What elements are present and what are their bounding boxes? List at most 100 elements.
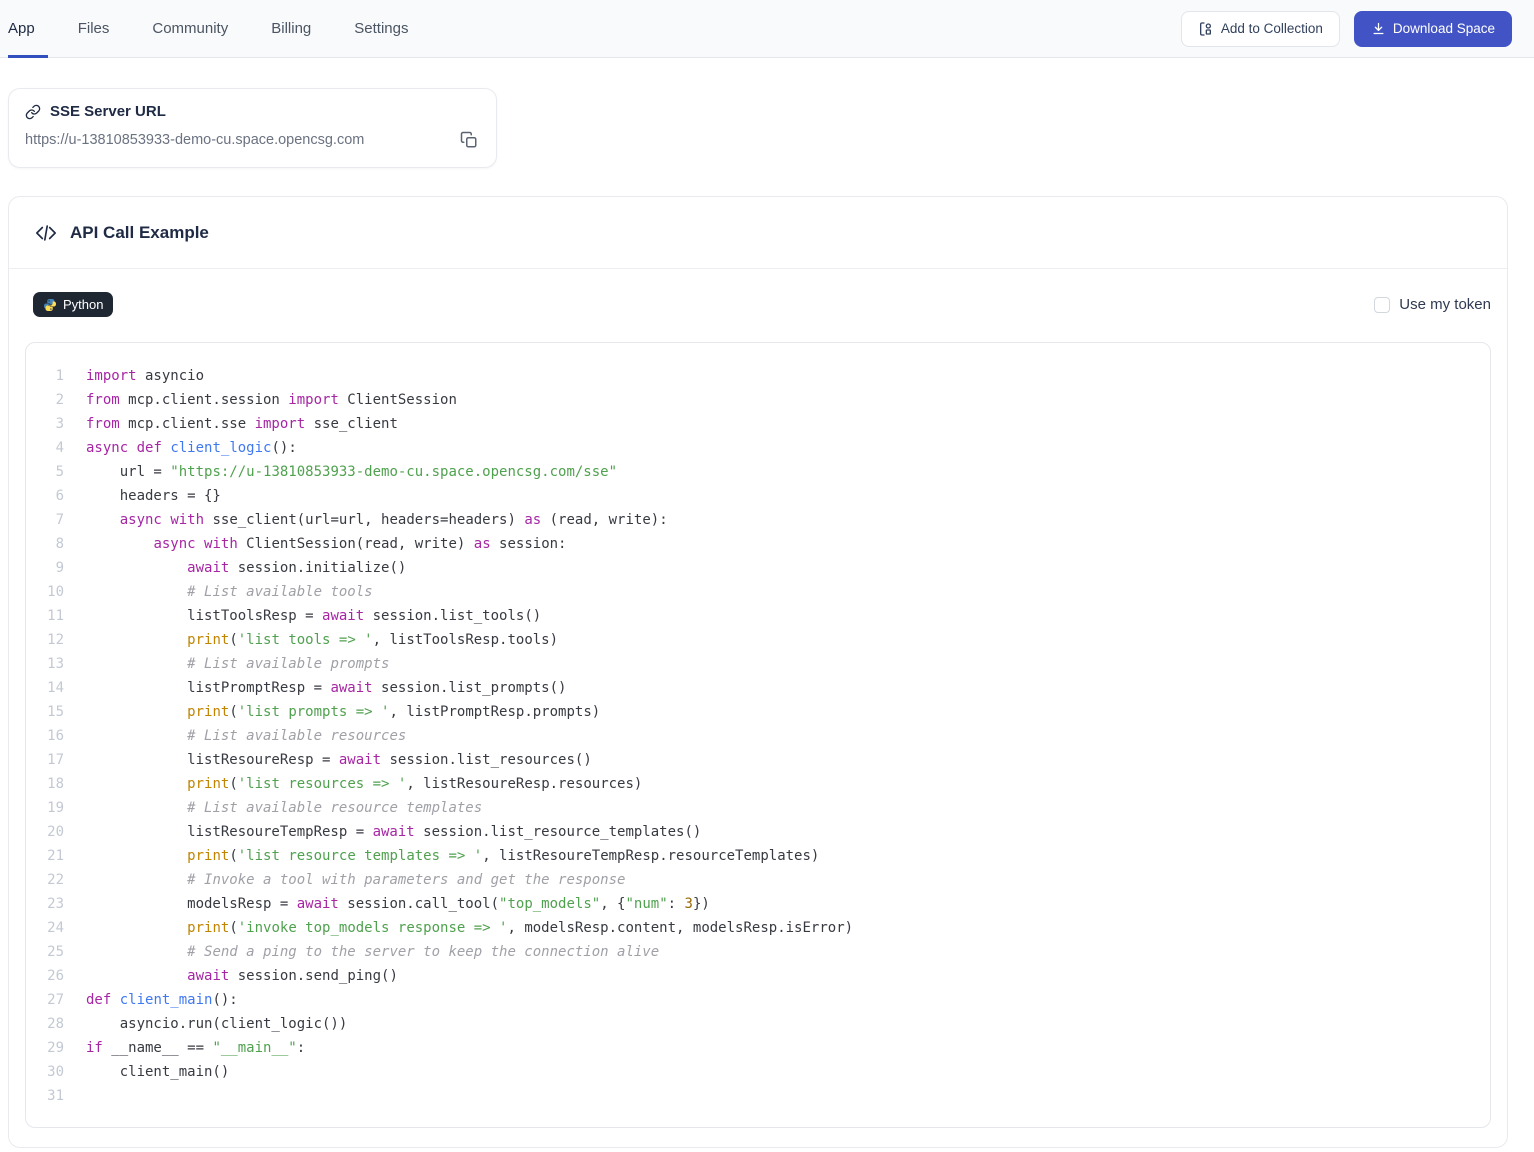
code-line: 14 listPromptResp = await session.list_p… bbox=[26, 676, 1490, 700]
code-block: 1import asyncio2from mcp.client.session … bbox=[25, 342, 1491, 1128]
line-number: 4 bbox=[26, 436, 64, 460]
code-lines: 1import asyncio2from mcp.client.session … bbox=[26, 364, 1490, 1108]
code-line: 27def client_main(): bbox=[26, 988, 1490, 1012]
code-line: 25 # Send a ping to the server to keep t… bbox=[26, 940, 1490, 964]
code-line: 12 print('list tools => ', listToolsResp… bbox=[26, 628, 1490, 652]
code-toolbar: Python Use my token bbox=[25, 292, 1491, 317]
api-call-example-card: API Call Example Python Use my token 1im… bbox=[8, 196, 1508, 1148]
line-number: 10 bbox=[26, 580, 64, 604]
copy-url-button[interactable] bbox=[458, 129, 480, 151]
code-line-content: async def client_logic(): bbox=[64, 436, 297, 460]
code-line-content: print('list prompts => ', listPromptResp… bbox=[64, 700, 600, 724]
download-space-label: Download Space bbox=[1393, 21, 1495, 36]
code-line-content: asyncio.run(client_logic()) bbox=[64, 1012, 347, 1036]
api-card-content: Python Use my token 1import asyncio2from… bbox=[9, 269, 1507, 1147]
sse-server-url-value: https://u-13810853933-demo-cu.space.open… bbox=[25, 132, 364, 148]
code-line: 26 await session.send_ping() bbox=[26, 964, 1490, 988]
code-line-content: print('list resource templates => ', lis… bbox=[64, 844, 819, 868]
tab-app[interactable]: App bbox=[8, 0, 48, 57]
code-line-content: import asyncio bbox=[64, 364, 204, 388]
code-line-content: def client_main(): bbox=[64, 988, 238, 1012]
line-number: 24 bbox=[26, 916, 64, 940]
code-line-content: # Send a ping to the server to keep the … bbox=[64, 940, 659, 964]
line-number: 25 bbox=[26, 940, 64, 964]
python-logo-icon bbox=[43, 298, 57, 312]
code-line-content: headers = {} bbox=[64, 484, 221, 508]
add-to-collection-button[interactable]: Add to Collection bbox=[1181, 11, 1340, 47]
code-line-content: listToolsResp = await session.list_tools… bbox=[64, 604, 541, 628]
code-line: 28 asyncio.run(client_logic()) bbox=[26, 1012, 1490, 1036]
add-to-collection-label: Add to Collection bbox=[1221, 21, 1323, 36]
code-line: 17 listResoureResp = await session.list_… bbox=[26, 748, 1490, 772]
line-number: 1 bbox=[26, 364, 64, 388]
code-line-content: async with sse_client(url=url, headers=h… bbox=[64, 508, 668, 532]
code-line: 16 # List available resources bbox=[26, 724, 1490, 748]
code-line-content: await session.initialize() bbox=[64, 556, 406, 580]
code-line-content: # List available prompts bbox=[64, 652, 389, 676]
code-line-content: print('invoke top_models response => ', … bbox=[64, 916, 853, 940]
code-line-content: # List available resources bbox=[64, 724, 406, 748]
sse-server-url-card: SSE Server URL https://u-13810853933-dem… bbox=[8, 88, 497, 168]
code-line: 21 print('list resource templates => ', … bbox=[26, 844, 1490, 868]
api-card-header: API Call Example bbox=[9, 197, 1507, 269]
line-number: 14 bbox=[26, 676, 64, 700]
code-icon bbox=[33, 222, 59, 244]
line-number: 7 bbox=[26, 508, 64, 532]
line-number: 29 bbox=[26, 1036, 64, 1060]
code-line-content: from mcp.client.sse import sse_client bbox=[64, 412, 398, 436]
nav-actions: Add to Collection Download Space bbox=[1181, 11, 1512, 47]
line-number: 26 bbox=[26, 964, 64, 988]
use-my-token-label: Use my token bbox=[1399, 296, 1491, 313]
code-line: 15 print('list prompts => ', listPromptR… bbox=[26, 700, 1490, 724]
tab-community[interactable]: Community bbox=[139, 0, 241, 57]
line-number: 16 bbox=[26, 724, 64, 748]
tab-settings[interactable]: Settings bbox=[341, 0, 421, 57]
code-line-content: url = "https://u-13810853933-demo-cu.spa… bbox=[64, 460, 617, 484]
line-number: 30 bbox=[26, 1060, 64, 1084]
language-badge-python[interactable]: Python bbox=[33, 292, 113, 317]
download-icon bbox=[1371, 21, 1386, 36]
collection-icon bbox=[1198, 21, 1214, 37]
code-line: 8 async with ClientSession(read, write) … bbox=[26, 532, 1490, 556]
code-line: 13 # List available prompts bbox=[26, 652, 1490, 676]
code-line-content: client_main() bbox=[64, 1060, 229, 1084]
line-number: 11 bbox=[26, 604, 64, 628]
code-line-content: from mcp.client.session import ClientSes… bbox=[64, 388, 457, 412]
line-number: 18 bbox=[26, 772, 64, 796]
code-line: 19 # List available resource templates bbox=[26, 796, 1490, 820]
code-line: 3from mcp.client.sse import sse_client bbox=[26, 412, 1490, 436]
code-line: 2from mcp.client.session import ClientSe… bbox=[26, 388, 1490, 412]
api-card-title: API Call Example bbox=[70, 223, 209, 243]
code-line-content: listResoureResp = await session.list_res… bbox=[64, 748, 592, 772]
code-line-content: listPromptResp = await session.list_prom… bbox=[64, 676, 566, 700]
language-badge-label: Python bbox=[63, 297, 103, 312]
line-number: 2 bbox=[26, 388, 64, 412]
code-line: 18 print('list resources => ', listResou… bbox=[26, 772, 1490, 796]
line-number: 5 bbox=[26, 460, 64, 484]
space-tabs: App Files Community Billing Settings bbox=[8, 0, 421, 57]
line-number: 23 bbox=[26, 892, 64, 916]
line-number: 13 bbox=[26, 652, 64, 676]
line-number: 31 bbox=[26, 1084, 64, 1108]
code-line: 11 listToolsResp = await session.list_to… bbox=[26, 604, 1490, 628]
use-my-token-checkbox[interactable] bbox=[1374, 297, 1390, 313]
sse-card-title: SSE Server URL bbox=[50, 103, 166, 120]
line-number: 27 bbox=[26, 988, 64, 1012]
code-line: 10 # List available tools bbox=[26, 580, 1490, 604]
code-line-content bbox=[64, 1084, 86, 1108]
line-number: 8 bbox=[26, 532, 64, 556]
use-my-token-toggle[interactable]: Use my token bbox=[1374, 296, 1491, 313]
code-line-content: modelsResp = await session.call_tool("to… bbox=[64, 892, 710, 916]
line-number: 19 bbox=[26, 796, 64, 820]
code-line: 29if __name__ == "__main__": bbox=[26, 1036, 1490, 1060]
tab-files[interactable]: Files bbox=[65, 0, 123, 57]
code-line: 5 url = "https://u-13810853933-demo-cu.s… bbox=[26, 460, 1490, 484]
code-line-content: # List available tools bbox=[64, 580, 373, 604]
line-number: 20 bbox=[26, 820, 64, 844]
code-line: 22 # Invoke a tool with parameters and g… bbox=[26, 868, 1490, 892]
line-number: 9 bbox=[26, 556, 64, 580]
download-space-button[interactable]: Download Space bbox=[1354, 11, 1512, 47]
code-line-content: print('list resources => ', listResoureR… bbox=[64, 772, 642, 796]
tab-billing[interactable]: Billing bbox=[258, 0, 324, 57]
line-number: 12 bbox=[26, 628, 64, 652]
